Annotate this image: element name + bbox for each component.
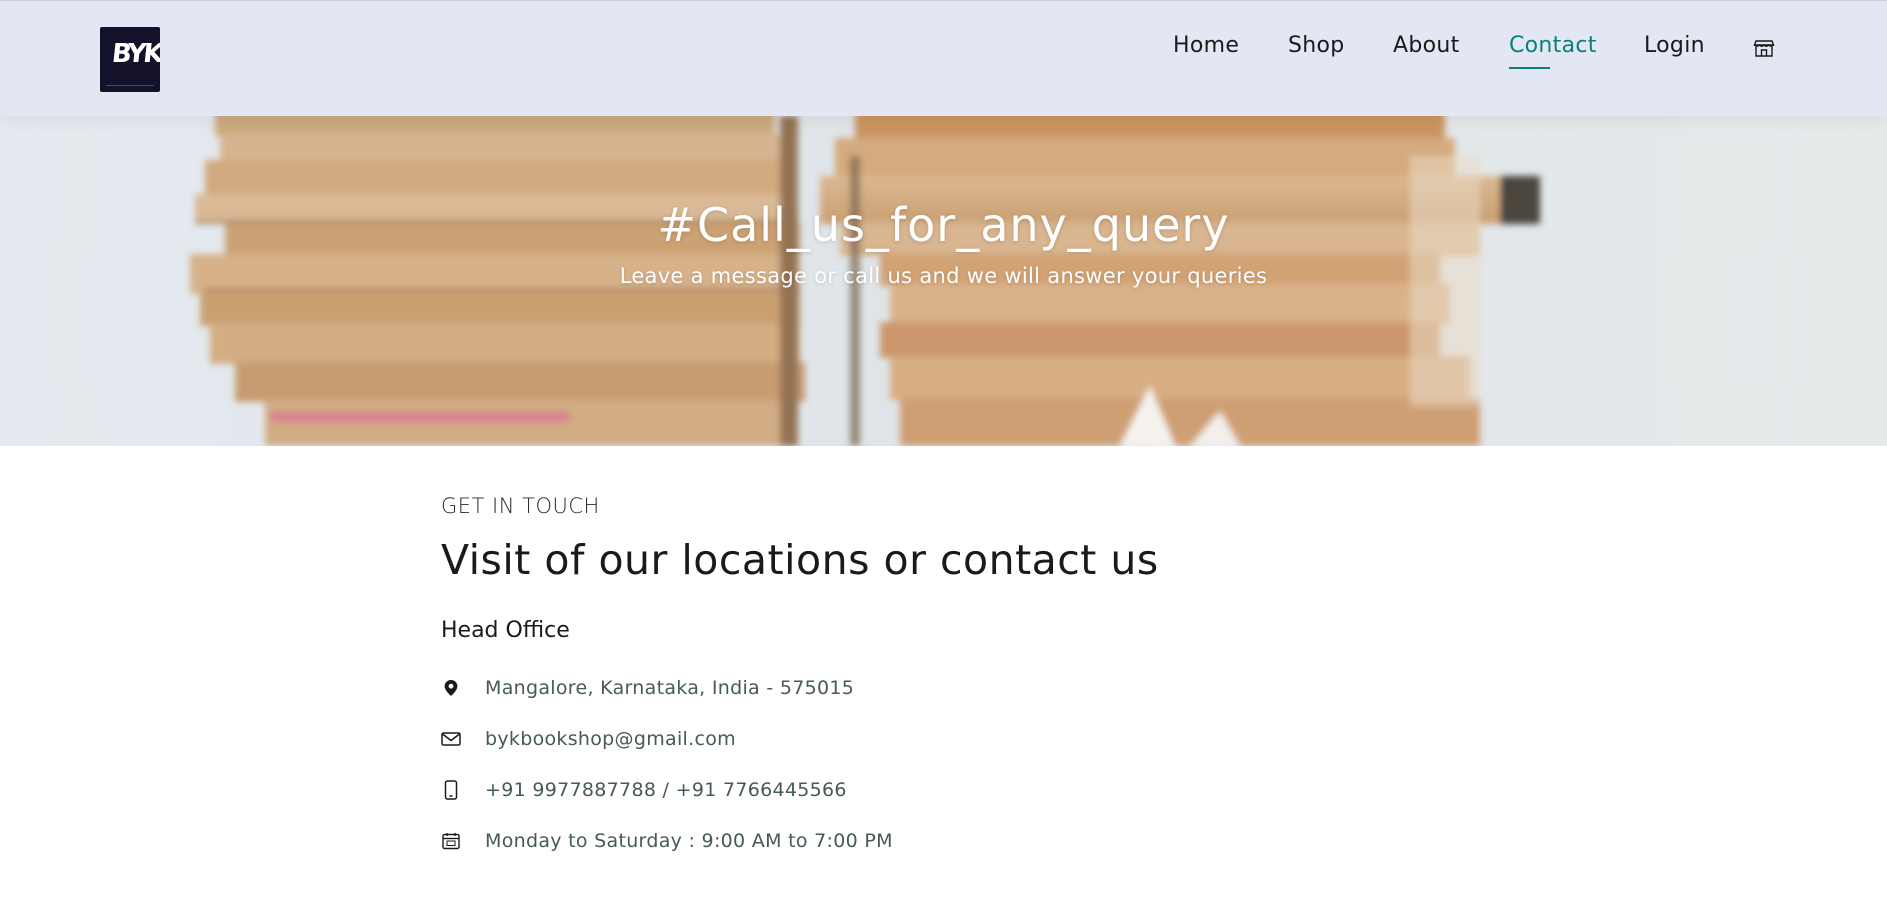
nav-contact[interactable]: Contact [1509, 33, 1597, 58]
contact-email: bykbookshop@gmail.com [441, 726, 1341, 752]
map-pin-icon [441, 678, 461, 698]
hero-subtitle: Leave a message or call us and we will a… [619, 264, 1268, 288]
section-eyebrow: GET IN TOUCH [441, 494, 600, 518]
hero-title: #Call_us_for_any_query [657, 198, 1230, 252]
store-bag-icon[interactable] [1753, 37, 1775, 59]
contact-details: GET IN TOUCH Visit of our locations or c… [441, 494, 1341, 879]
logo-mark: BYK [110, 39, 160, 69]
nav-login[interactable]: Login [1644, 33, 1705, 58]
contact-hours: Monday to Saturday : 9:00 AM to 7:00 PM [441, 828, 1341, 854]
nav-about[interactable]: About [1393, 33, 1460, 58]
site-header: BYK Home Shop About Contact Login [0, 0, 1887, 116]
phone-text[interactable]: +91 9977887788 / +91 7766445566 [485, 779, 847, 801]
section-heading: Visit of our locations or contact us [441, 536, 1159, 584]
nav-shop[interactable]: Shop [1288, 33, 1345, 58]
address-text: Mangalore, Karnataka, India - 575015 [485, 677, 855, 699]
hero-banner: #Call_us_for_any_query Leave a message o… [0, 116, 1887, 446]
nav-home[interactable]: Home [1173, 33, 1239, 58]
envelope-icon [441, 729, 461, 749]
calendar-icon [441, 831, 461, 851]
phone-icon [441, 780, 461, 800]
contact-address: Mangalore, Karnataka, India - 575015 [441, 675, 1341, 701]
office-title: Head Office [441, 618, 570, 643]
logo-divider [106, 85, 154, 86]
hours-text: Monday to Saturday : 9:00 AM to 7:00 PM [485, 830, 893, 852]
nav-active-underline [1509, 67, 1550, 69]
contact-phone: +91 9977887788 / +91 7766445566 [441, 777, 1341, 803]
contact-info-list: Mangalore, Karnataka, India - 575015 byk… [441, 675, 1341, 854]
brand-logo[interactable]: BYK [100, 27, 160, 92]
email-text[interactable]: bykbookshop@gmail.com [485, 728, 736, 750]
